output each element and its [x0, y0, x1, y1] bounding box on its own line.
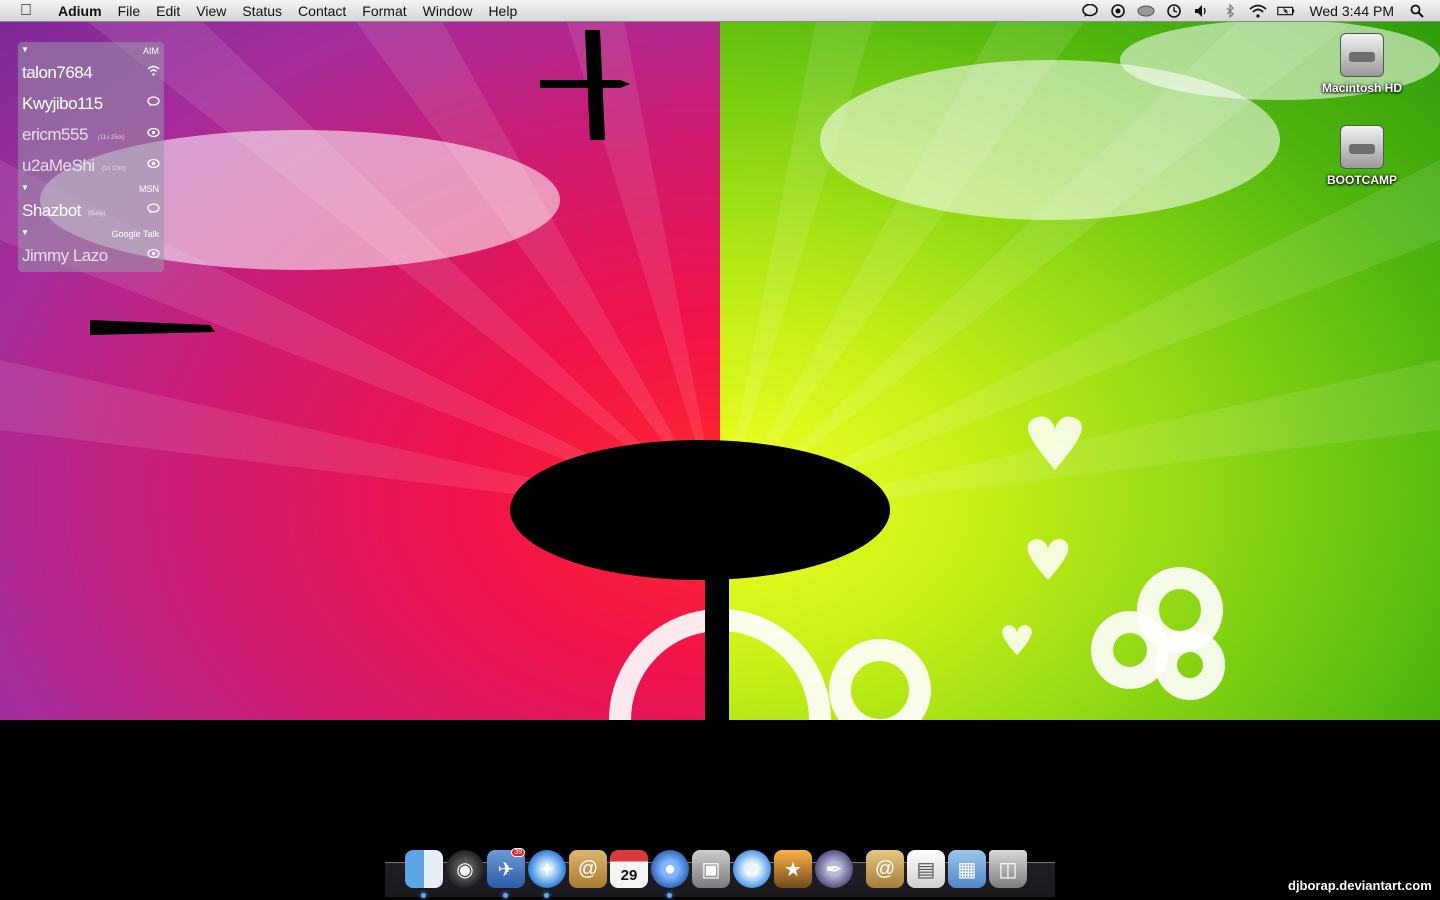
running-indicator [667, 893, 672, 898]
buddy-name: Kwyjibo115 [22, 94, 103, 113]
dock-adium-icon[interactable]: ● [651, 850, 689, 898]
mouse-icon[interactable] [1137, 3, 1155, 19]
buddy-jimmy-lazo[interactable]: Jimmy Lazo [22, 242, 162, 268]
time-machine-icon[interactable] [1165, 3, 1183, 19]
wifi-icon[interactable] [1249, 3, 1268, 19]
drive-label: Macintosh HD [1321, 81, 1402, 95]
wifi-icon [147, 65, 160, 79]
dock-itunes-icon[interactable]: ♫ [733, 850, 771, 888]
group-header-google-talk[interactable]: ▼ Google Talk [18, 228, 164, 240]
buddy-name: u2aMeShi [22, 156, 95, 175]
dock-address-book-stack-icon[interactable]: @ [866, 850, 904, 888]
disclosure-triangle-icon[interactable]: ▼ [21, 228, 29, 237]
disclosure-triangle-icon[interactable]: ▼ [21, 183, 29, 192]
skype-icon[interactable] [1109, 3, 1127, 19]
drive-label: BOOTCAMP [1327, 173, 1397, 187]
running-indicator [503, 893, 508, 898]
buddy-name: Shazbot [22, 201, 81, 220]
menu-extras: Wed 3:44 PM [1081, 3, 1440, 19]
adium-bubble-icon[interactable] [1081, 3, 1099, 19]
group-header-aim[interactable]: ▼ AIM [18, 45, 164, 57]
running-indicator [544, 893, 549, 898]
dock-ical-icon[interactable]: 29 [610, 850, 648, 888]
disclosure-triangle-icon[interactable]: ▼ [21, 45, 29, 54]
dock-folder-stack-icon[interactable]: ▦ [948, 850, 986, 888]
bluetooth-icon[interactable] [1221, 3, 1239, 19]
unread-badge: 39 [511, 848, 525, 857]
menu-format[interactable]: Format [354, 3, 414, 19]
menu-window[interactable]: Window [415, 3, 481, 19]
volume-icon[interactable] [1193, 3, 1211, 19]
dock-preview-icon[interactable]: ▣ [692, 850, 730, 888]
dock: ◉ ✈ 39 ✦ @ 29 ● ▣ ♫ ★ ✒ @ ▤ ▦ ◫ [405, 846, 1030, 898]
buddy-talon7684[interactable]: talon7684 [22, 59, 162, 85]
buddy-idle-time: (1s 10m) [102, 166, 126, 172]
menu-file[interactable]: File [110, 3, 149, 19]
group-name: MSN [139, 184, 159, 194]
desktop-drive-bootcamp[interactable]: BOOTCAMP [1307, 125, 1417, 187]
dock-trash-icon[interactable]: ◫ [989, 850, 1027, 888]
dock-finder-icon[interactable] [405, 850, 443, 898]
menu-status[interactable]: Status [234, 3, 290, 19]
hard-drive-icon[interactable] [1340, 125, 1384, 169]
eye-icon [147, 248, 160, 262]
dock-iphoto-icon[interactable]: ★ [774, 850, 812, 888]
spotlight-icon[interactable] [1408, 3, 1426, 19]
menu-contact[interactable]: Contact [290, 3, 354, 19]
dock-documents-stack-icon[interactable]: ▤ [907, 850, 945, 888]
buddy-ericm555[interactable]: ericm555 (11s 25m) [22, 121, 162, 147]
buddy-kwyjibo115[interactable]: Kwyjibo115 [22, 90, 162, 116]
wallpaper-watermark: djborap.deviantart.com [1288, 878, 1432, 893]
dock-mail-icon[interactable]: ✈ 39 [487, 848, 525, 898]
apple-menu-icon[interactable]:  [16, 2, 36, 20]
dock-dashboard-icon[interactable]: ◉ [446, 850, 484, 888]
calendar-day-number: 29 [620, 867, 638, 884]
battery-icon[interactable] [1277, 3, 1295, 19]
menu-edit[interactable]: Edit [148, 3, 188, 19]
chat-bubble-icon [147, 96, 160, 110]
menu-help[interactable]: Help [480, 3, 525, 19]
dock-safari-icon[interactable]: ✦ [528, 850, 566, 898]
chat-bubble-icon [147, 203, 160, 217]
dock-address-book-icon[interactable]: @ [569, 850, 607, 888]
desktop-drive-macintosh-hd[interactable]: Macintosh HD [1307, 33, 1417, 95]
running-indicator [421, 893, 426, 898]
group-header-msn[interactable]: ▼ MSN [18, 183, 164, 195]
menu-app-name[interactable]: Adium [50, 3, 110, 19]
buddy-u2ameshi[interactable]: u2aMeShi (1s 10m) [22, 152, 162, 178]
adium-buddy-list[interactable]: ▼ AIM talon7684 Kwyjibo115 ericm555 (11s… [18, 42, 164, 272]
eye-icon [147, 127, 160, 141]
buddy-shazbot[interactable]: Shazbot (Busy) [22, 197, 162, 223]
hard-drive-icon[interactable] [1340, 33, 1384, 77]
group-name: Google Talk [111, 229, 159, 239]
buddy-name: talon7684 [22, 63, 93, 82]
dock-script-editor-icon[interactable]: ✒ [815, 850, 853, 888]
buddy-status-message: (Busy) [88, 211, 106, 217]
group-name: AIM [142, 46, 159, 56]
buddy-idle-time: (11s 25m) [98, 135, 125, 141]
menu-view[interactable]: View [188, 3, 234, 19]
buddy-name: ericm555 [22, 125, 88, 144]
menu-clock[interactable]: Wed 3:44 PM [1309, 3, 1394, 19]
menu-bar:  Adium File Edit View Status Contact Fo… [0, 0, 1440, 22]
desktop-wallpaper [0, 0, 1440, 900]
eye-icon [147, 158, 160, 172]
buddy-name: Jimmy Lazo [22, 246, 108, 265]
